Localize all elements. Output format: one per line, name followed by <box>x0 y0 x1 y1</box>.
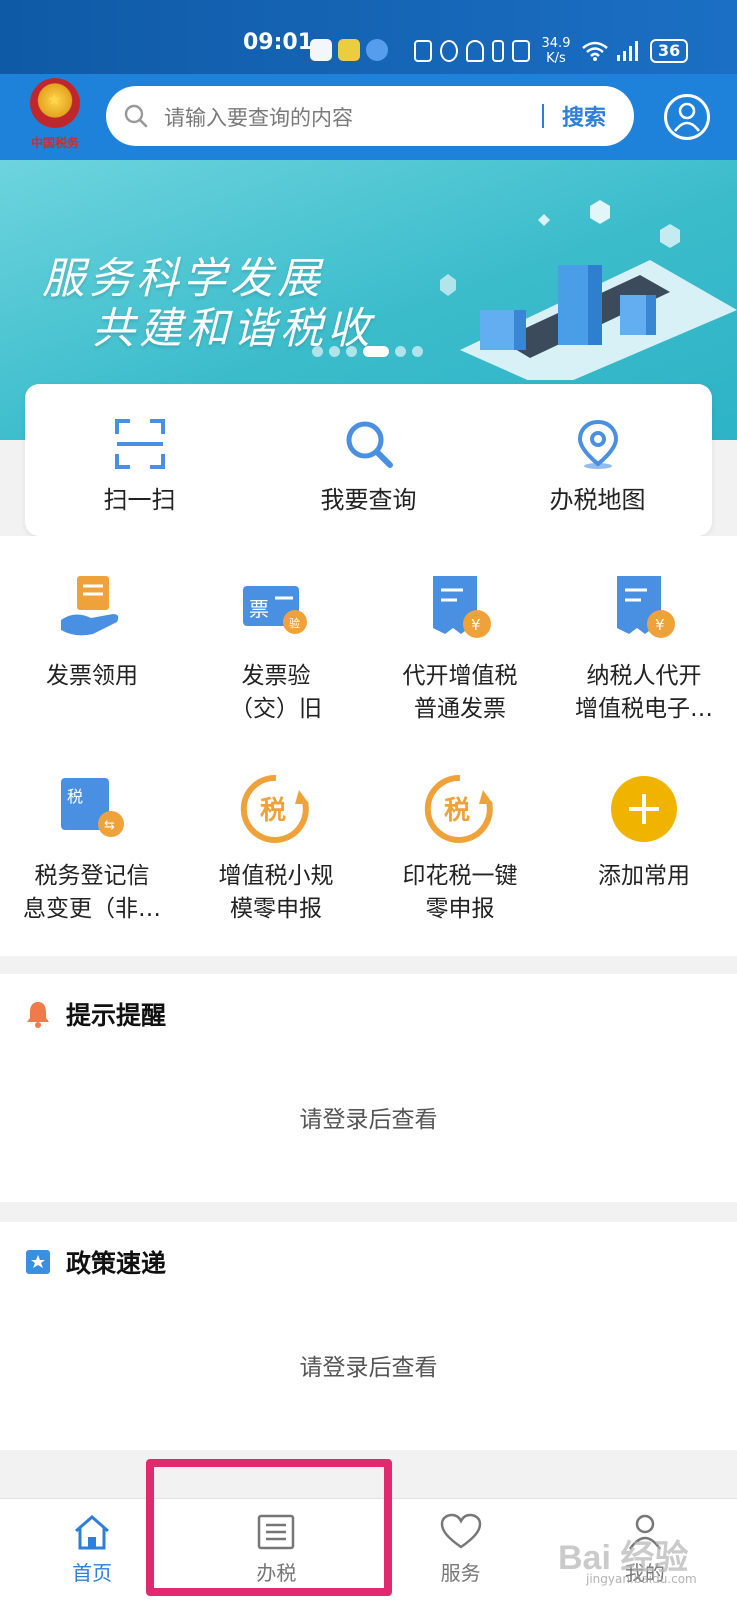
alarm-icon <box>440 40 458 62</box>
policy-title: 政策速递 <box>66 1249 167 1278</box>
add-favorite-button[interactable]: 添加常用 <box>552 772 736 893</box>
service-label: 纳税人代开 增值税电子… <box>575 663 713 722</box>
banner-pagination[interactable] <box>312 346 423 357</box>
speed-unit: K/s <box>546 51 566 66</box>
svg-text:票: 票 <box>249 597 269 621</box>
tab-home-label: 首页 <box>72 1561 113 1585</box>
search-icon <box>346 421 393 468</box>
svg-text:验: 验 <box>289 616 300 630</box>
service-vat-e-invoice[interactable]: ¥ 纳税人代开 增值税电子… <box>552 572 736 726</box>
wifi-icon <box>582 41 608 61</box>
home-icon <box>75 1515 110 1550</box>
vat-e-invoice-icon: ¥ <box>617 576 675 638</box>
service-invoice-check[interactable]: 票 验 发票验 （交）旧 <box>184 572 368 726</box>
emblem-star-icon: ★ <box>47 90 62 109</box>
svg-text:⇆: ⇆ <box>104 818 115 833</box>
tab-home[interactable]: 首页 <box>0 1499 184 1600</box>
tab-tax-handling[interactable]: 办税 <box>184 1499 368 1600</box>
tab-tax-handling-label: 办税 <box>256 1561 297 1585</box>
map-pin-icon <box>577 419 618 469</box>
mute-icon <box>512 40 530 62</box>
tax-map-button[interactable]: 办税地图 <box>483 384 712 536</box>
nfc-icon <box>414 40 432 62</box>
yy-icon <box>338 39 360 61</box>
service-vat-invoice[interactable]: ¥ 代开增值税 普通发票 <box>368 572 552 726</box>
svg-text:税: 税 <box>444 796 470 826</box>
speed-value: 34.9 <box>541 36 571 51</box>
heart-icon <box>440 1513 481 1549</box>
reminder-login-prompt[interactable]: 请登录后查看 <box>0 1100 737 1134</box>
tax-map-label: 办税地图 <box>549 486 646 514</box>
system-icons: 34.9 K/s 36 <box>414 36 689 66</box>
scan-icon <box>114 419 165 469</box>
city-illustration-icon <box>440 200 737 380</box>
policy-star-icon <box>26 1250 50 1274</box>
headphones-icon <box>466 40 484 62</box>
bell-icon <box>27 1002 49 1028</box>
svg-text:税: 税 <box>260 796 286 826</box>
tax-registration-icon: 税 ⇆ <box>61 778 124 837</box>
status-time: 09:01 <box>243 30 314 55</box>
reminder-section: 提示提醒 请登录后查看 <box>0 974 737 1202</box>
service-label: 代开增值税 普通发票 <box>402 663 518 722</box>
query-button[interactable]: 我要查询 <box>254 384 483 536</box>
scan-button[interactable]: 扫一扫 <box>25 384 254 536</box>
app-header: ★ 中国税务 请输入要查询的内容 搜索 <box>0 74 737 160</box>
tab-service-label: 服务 <box>440 1561 481 1585</box>
quick-actions-card: 扫一扫 我要查询 办税地图 <box>25 384 712 536</box>
invoice-receive-icon <box>61 576 119 636</box>
search-input[interactable]: 请输入要查询的内容 <box>164 102 353 132</box>
policy-login-prompt[interactable]: 请登录后查看 <box>0 1348 737 1382</box>
service-stamp-tax-declare[interactable]: 税 印花税一键 零申报 <box>368 772 552 926</box>
reminder-title: 提示提醒 <box>66 1001 167 1030</box>
user-profile-button[interactable] <box>664 94 710 140</box>
banner-dot[interactable] <box>346 346 357 357</box>
status-bar: 09:01 34.9 K/s 36 <box>0 0 737 74</box>
banner-dot[interactable] <box>395 346 406 357</box>
vibrate-icon <box>492 40 504 62</box>
search-icon <box>124 104 148 128</box>
svg-text:¥: ¥ <box>471 616 481 634</box>
search-bar[interactable]: 请输入要查询的内容 搜索 <box>106 86 634 146</box>
service-vat-zero-declare[interactable]: 税 增值税小规 模零申报 <box>184 772 368 926</box>
services-grid: 发票领用 票 验 发票验 （交）旧 ¥ 代开增值税 普通发票 ¥ 纳税人代开 增… <box>0 536 737 956</box>
stamp-tax-declare-icon: 税 <box>424 774 493 843</box>
svg-text:¥: ¥ <box>655 616 665 634</box>
banner-dot[interactable] <box>329 346 340 357</box>
svg-text:税: 税 <box>67 787 83 806</box>
wechat-icon <box>310 39 332 61</box>
banner-dot-active[interactable] <box>363 346 389 357</box>
list-icon <box>258 1514 295 1550</box>
query-label: 我要查询 <box>320 486 417 514</box>
user-icon <box>673 102 701 132</box>
tax-logo: ★ 中国税务 <box>22 78 88 156</box>
banner-dot[interactable] <box>412 346 423 357</box>
service-label: 印花税一键 零申报 <box>402 863 518 922</box>
app-icon <box>366 39 388 61</box>
notification-icons <box>310 38 388 62</box>
invoice-check-icon: 票 验 <box>243 586 307 634</box>
signal-icon <box>617 41 638 61</box>
scan-label: 扫一扫 <box>103 486 176 514</box>
add-icon <box>611 776 677 842</box>
baidu-watermark-url: jingyan.baidu.com <box>586 1572 697 1586</box>
tab-service[interactable]: 服务 <box>369 1499 553 1600</box>
search-divider <box>542 104 544 128</box>
service-invoice-receive[interactable]: 发票领用 <box>0 572 184 693</box>
policy-section: 政策速递 请登录后查看 <box>0 1222 737 1450</box>
battery-indicator: 36 <box>650 39 689 63</box>
service-label: 发票领用 <box>46 663 138 689</box>
service-label: 发票验 （交）旧 <box>230 663 322 722</box>
network-speed: 34.9 K/s <box>538 36 574 66</box>
service-label: 添加常用 <box>598 863 690 889</box>
vat-zero-declare-icon: 税 <box>240 774 309 843</box>
vat-invoice-icon: ¥ <box>433 576 491 638</box>
service-label: 税务登记信 息变更（非… <box>23 863 161 922</box>
service-label: 增值税小规 模零申报 <box>218 863 334 922</box>
service-tax-registration[interactable]: 税 ⇆ 税务登记信 息变更（非… <box>0 772 184 926</box>
search-button[interactable]: 搜索 <box>562 100 606 132</box>
banner-dot[interactable] <box>312 346 323 357</box>
logo-text: 中国税务 <box>30 136 79 150</box>
